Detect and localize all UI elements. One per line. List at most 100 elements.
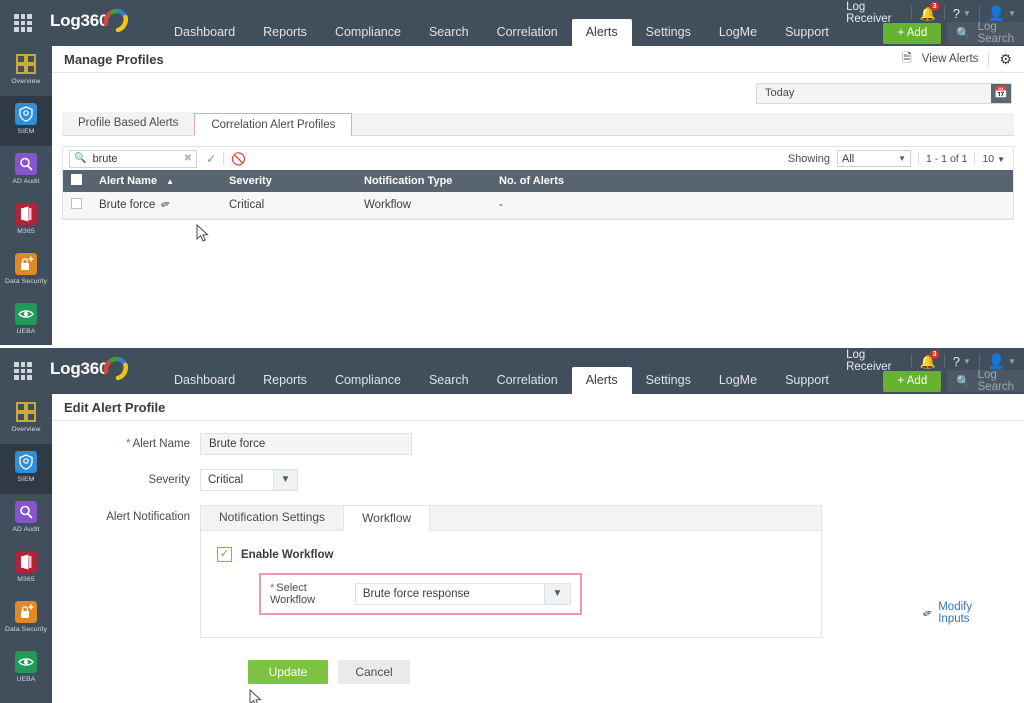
brand-logo[interactable]: Log360 (50, 11, 108, 31)
table-row[interactable]: Brute force ✏ Critical Workflow - (63, 192, 1013, 218)
alert-name-input[interactable]: Brute force (200, 433, 412, 455)
select-workflow-label: *Select Workflow (270, 582, 355, 606)
search-input[interactable]: brute (86, 153, 183, 165)
row-checkbox-cell[interactable] (63, 192, 91, 218)
log-search-box[interactable]: 🔍 Log Search (947, 370, 1024, 392)
sidebar-item-m365[interactable]: M365 (0, 544, 52, 594)
notification-bell[interactable]: 🔔 3 (920, 5, 936, 21)
siem-shield-icon (15, 451, 37, 473)
alert-notification-label: Alert Notification (52, 505, 200, 523)
select-workflow-dropdown[interactable]: Brute force response ▼ (355, 583, 571, 605)
sidebar-item-ueba[interactable]: UEBA (0, 644, 52, 694)
enable-workflow-checkbox[interactable]: ✓ (217, 547, 232, 562)
data-security-lock-icon (15, 253, 37, 275)
sidebar-item-data-security[interactable]: Data Security (0, 594, 52, 644)
manage-profiles-content: Manage Profiles 🗎 View Alerts ⚙ Today 📅 … (52, 46, 1024, 345)
sidebar-item-label: SIEM (0, 128, 52, 135)
nav-item-correlation[interactable]: Correlation (483, 19, 572, 46)
view-alerts-link[interactable]: View Alerts (922, 53, 979, 65)
column-severity[interactable]: Severity (221, 170, 356, 192)
main-nav: Dashboard Reports Compliance Search Corr… (160, 348, 843, 394)
nav-item-support[interactable]: Support (771, 19, 843, 46)
enable-workflow-row[interactable]: ✓ Enable Workflow (217, 547, 821, 562)
select-all-checkbox[interactable] (71, 174, 82, 185)
log360-arc-icon (103, 354, 129, 382)
page-size-select[interactable]: 10 ▼ (982, 153, 1005, 165)
date-range-picker[interactable]: Today 📅 (756, 83, 1012, 104)
nav-item-correlation[interactable]: Correlation (483, 367, 572, 394)
notification-bell[interactable]: 🔔 3 (920, 353, 936, 369)
brand-logo[interactable]: Log360 (50, 359, 108, 379)
nav-item-settings[interactable]: Settings (632, 367, 705, 394)
showing-select[interactable]: All ▼ (837, 150, 911, 167)
sidebar-item-ueba[interactable]: UEBA (0, 296, 52, 345)
cell-alert-name[interactable]: Brute force ✏ (91, 192, 221, 218)
date-filter-row: Today 📅 (52, 73, 1024, 113)
modify-inputs-link[interactable]: ✏ Modify Inputs (923, 601, 972, 625)
nav-item-alerts[interactable]: Alerts (572, 19, 632, 46)
update-button[interactable]: Update (248, 660, 328, 684)
profile-tabs: Profile Based Alerts Correlation Alert P… (62, 113, 1014, 136)
add-button[interactable]: + Add (883, 371, 941, 392)
nav-item-settings[interactable]: Settings (632, 19, 705, 46)
nav-item-search[interactable]: Search (415, 367, 483, 394)
grid-apps-icon[interactable] (14, 362, 32, 380)
alert-name-text: Brute force (99, 199, 155, 211)
nav-item-support[interactable]: Support (771, 367, 843, 394)
nav-item-search[interactable]: Search (415, 19, 483, 46)
select-all-header[interactable] (63, 170, 91, 192)
severity-select[interactable]: Critical ▼ (200, 469, 298, 491)
label-text: Alert Name (132, 438, 190, 450)
pencil-edit-icon[interactable]: ✏ (159, 197, 172, 212)
tab-correlation-alert-profiles[interactable]: Correlation Alert Profiles (194, 113, 352, 136)
tab-workflow[interactable]: Workflow (343, 506, 430, 531)
sidebar-item-ad-audit[interactable]: AD Audit (0, 494, 52, 544)
clear-x-icon[interactable]: ✖ (184, 153, 192, 164)
sidebar-item-overview[interactable]: Overview (0, 394, 52, 444)
nav-item-dashboard[interactable]: Dashboard (160, 367, 249, 394)
column-notification-type[interactable]: Notification Type (356, 170, 491, 192)
cancel-button[interactable]: Cancel (338, 660, 410, 684)
sidebar-item-data-security[interactable]: Data Security (0, 246, 52, 296)
chevron-down-icon: ▼ (898, 154, 906, 163)
user-account-icon[interactable]: 👤 (988, 353, 1005, 370)
help-icon[interactable]: ? (953, 6, 960, 21)
sidebar-item-ad-audit[interactable]: AD Audit (0, 146, 52, 196)
nav-item-alerts[interactable]: Alerts (572, 367, 632, 394)
add-button[interactable]: + Add (883, 23, 941, 44)
column-no-of-alerts[interactable]: No. of Alerts (491, 170, 1013, 192)
overview-grid-icon (15, 53, 37, 75)
gear-icon[interactable]: ⚙ (999, 51, 1012, 68)
nav-item-logme[interactable]: LogMe (705, 367, 771, 394)
chevron-down-icon: ▼ (997, 155, 1005, 164)
apply-check-icon[interactable]: ✓ (206, 152, 216, 166)
required-marker: * (126, 438, 130, 450)
log-search-box[interactable]: 🔍 Log Search (947, 22, 1024, 44)
sidebar-item-m365[interactable]: M365 (0, 196, 52, 246)
grid-apps-icon[interactable] (14, 14, 32, 32)
column-alert-name[interactable]: Alert Name ▲ (91, 170, 221, 192)
nav-item-compliance[interactable]: Compliance (321, 19, 415, 46)
sidebar-item-siem[interactable]: SIEM (0, 444, 52, 494)
tab-profile-based-alerts[interactable]: Profile Based Alerts (62, 112, 194, 135)
page-header: Manage Profiles 🗎 View Alerts ⚙ (52, 46, 1024, 73)
nav-item-reports[interactable]: Reports (249, 19, 321, 46)
divider (979, 6, 980, 20)
showing-select-value: All (842, 153, 854, 165)
nav-item-dashboard[interactable]: Dashboard (160, 19, 249, 46)
user-account-icon[interactable]: 👤 (988, 5, 1005, 22)
nav-item-reports[interactable]: Reports (249, 367, 321, 394)
cancel-circle-icon[interactable]: 🚫 (231, 152, 246, 166)
nav-item-compliance[interactable]: Compliance (321, 367, 415, 394)
date-range-value[interactable]: Today (757, 84, 991, 103)
tab-notification-settings[interactable]: Notification Settings (201, 505, 343, 530)
divider (911, 6, 912, 20)
calendar-icon[interactable]: 📅 (991, 84, 1011, 103)
row-checkbox[interactable] (71, 198, 82, 209)
sidebar-item-label: UEBA (0, 328, 52, 335)
help-icon[interactable]: ? (953, 354, 960, 369)
search-input-wrapper[interactable]: 🔍 brute ✖ (69, 150, 197, 168)
nav-item-logme[interactable]: LogMe (705, 19, 771, 46)
sidebar-item-siem[interactable]: SIEM (0, 96, 52, 146)
sidebar-item-overview[interactable]: Overview (0, 46, 52, 96)
